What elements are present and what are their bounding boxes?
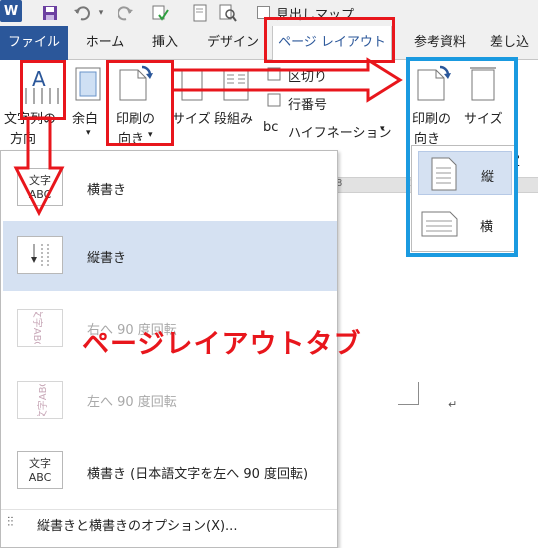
annotation-text: ページレイアウトタブ: [82, 329, 362, 360]
annotation-arrows: [13, 57, 403, 217]
